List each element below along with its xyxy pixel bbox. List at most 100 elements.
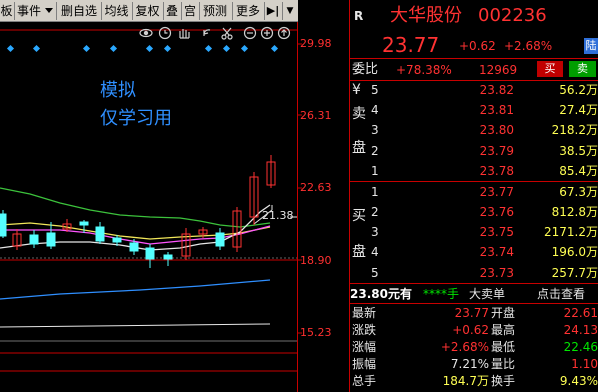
ask-idx: 4 [371,103,379,117]
stat-label: 最新 [352,306,377,320]
event-markers[interactable] [6,44,279,53]
toolbar-separator [199,2,200,20]
toolbar-item-more[interactable]: 更多 [234,2,262,20]
bid-side-label-2: 盘 [352,244,366,260]
stat-value: 22.46 [563,340,598,354]
market-tag: 陆 [584,38,598,54]
up-arrow-icon[interactable] [277,26,291,40]
ask-idx: 1 [371,164,379,178]
stat-value: 22.61 [563,306,598,320]
kline-chart-svg[interactable] [0,22,348,392]
toolbar-separator [282,2,283,20]
ask-volume: 56.2万 [559,83,598,97]
toolbar-item-grid[interactable]: 宫 [182,2,198,20]
big-order-price: 23.80元有 [350,287,412,301]
chart-toolbar: 板 事件 删自选 均线 复权 叠 宫 预测 更多 ▶| ▼ [0,0,298,22]
toolbar-item-moving-average[interactable]: 均线 [103,2,130,20]
stat-value: 24.13 [563,323,598,337]
clock-icon[interactable] [158,26,172,40]
ask-side-label-1: ¥ [352,82,361,98]
ask-volume: 85.4万 [559,164,598,178]
price-change: +0.62 [459,39,496,53]
ask-idx: 5 [371,83,379,97]
candles[interactable] [0,155,276,268]
stat-value: 184.7万 [442,374,489,388]
stock-terminal: 板 事件 删自选 均线 复权 叠 宫 预测 更多 ▶| ▼ 29.98 26.3… [0,0,598,392]
zoom-in-icon[interactable] [260,26,274,40]
ask-idx: 3 [371,123,379,137]
bid-volume: 2171.2万 [544,225,598,239]
stock-name: 大华股份 [390,5,462,26]
weibi-value: +78.38% [396,63,452,77]
ask-volume: 218.2万 [551,123,598,137]
toolbar-item-overlay[interactable]: 叠 [164,2,180,20]
stat-label: 换手 [491,374,516,388]
bid-idx: 1 [371,185,379,199]
toolbar-separator [264,2,265,20]
view-link[interactable]: 点击查看 [537,286,585,302]
ask-idx: 2 [371,144,379,158]
bid-idx: 5 [371,266,379,280]
sell-button[interactable]: 卖 [569,61,596,77]
ask-side-label-3: 盘 [352,140,366,156]
toolbar-item-forecast[interactable]: 预测 [201,2,229,20]
bid-idx: 2 [371,205,379,219]
ma-value-label: 21.38 [262,209,294,222]
ma-line-green [0,187,271,228]
price-level-2: 26.31 [300,109,332,122]
ma-line-magenta [0,225,271,245]
price-level-3: 22.63 [300,181,332,194]
toolbar-separator [101,2,102,20]
toolbar-item-events[interactable]: 事件 [15,2,43,20]
kline-chart-area[interactable]: 29.98 26.31 22.63 18.90 15.23 21.38 模拟 仅… [0,22,348,392]
toolbar-separator [56,2,57,20]
stat-value: +2.68% [440,340,489,354]
big-order-stars: ****手 [423,287,460,301]
zoom-out-icon[interactable] [243,26,257,40]
ask-volume: 38.5万 [559,144,598,158]
buy-button[interactable]: 买 [537,61,563,77]
bid-volume: 812.8万 [551,205,598,219]
toolbar-separator [232,2,233,20]
watermark-line-1: 模拟 [100,80,136,101]
bid-idx: 3 [371,225,379,239]
ask-side-label-2: 卖 [352,106,366,122]
stat-value: 23.77 [454,306,489,320]
ask-volume: 27.4万 [559,103,598,117]
badge-r: R [354,9,364,23]
bid-idx: 4 [371,245,379,259]
last-price: 23.77 [382,33,440,57]
toolbar-item-board[interactable]: 板 [0,2,13,20]
bid-side-label-1: 买 [352,208,366,224]
price-level-5: 15.23 [300,326,332,339]
bid-volume: 257.7万 [551,266,598,280]
toolbar-separator [132,2,133,20]
eye-icon[interactable] [139,28,153,38]
bid-volume: 67.3万 [559,185,598,199]
price-level-4: 18.90 [300,254,332,267]
weicha-value: 12969 [479,63,518,77]
stat-value: +0.62 [452,323,489,337]
stat-label: 振幅 [352,357,377,371]
stat-label: 总手 [352,374,377,388]
events-dropdown-icon[interactable] [45,8,53,13]
toolbar-item-adjust[interactable]: 复权 [134,2,161,20]
stat-label: 涨幅 [352,340,377,354]
stat-value: 7.21% [450,357,489,371]
toolbar-item-play[interactable]: ▶| [266,2,280,20]
toolbar-menu-dropdown[interactable]: ▼ [284,2,296,20]
stat-label: 最低 [491,340,516,354]
weibi-label: 委比 [352,62,379,77]
price-level-1: 29.98 [300,37,332,50]
toolbar-item-remove-favorite[interactable]: 删自选 [59,2,99,20]
stat-label: 涨跌 [352,323,377,337]
stat-label: 最高 [491,323,516,337]
stat-label: 开盘 [491,306,516,320]
big-order-type: 大卖单 [469,287,506,301]
undo-icon[interactable] [203,29,211,37]
stock-code: 002236 [478,5,547,26]
bid-volume: 196.0万 [551,245,598,259]
quote-panel: R 大华股份 002236 23.77 +0.62 +2.68% 陆 委比 +7… [349,0,598,392]
price-change-pct: +2.68% [504,39,553,53]
stat-value: 1.10 [571,357,598,371]
